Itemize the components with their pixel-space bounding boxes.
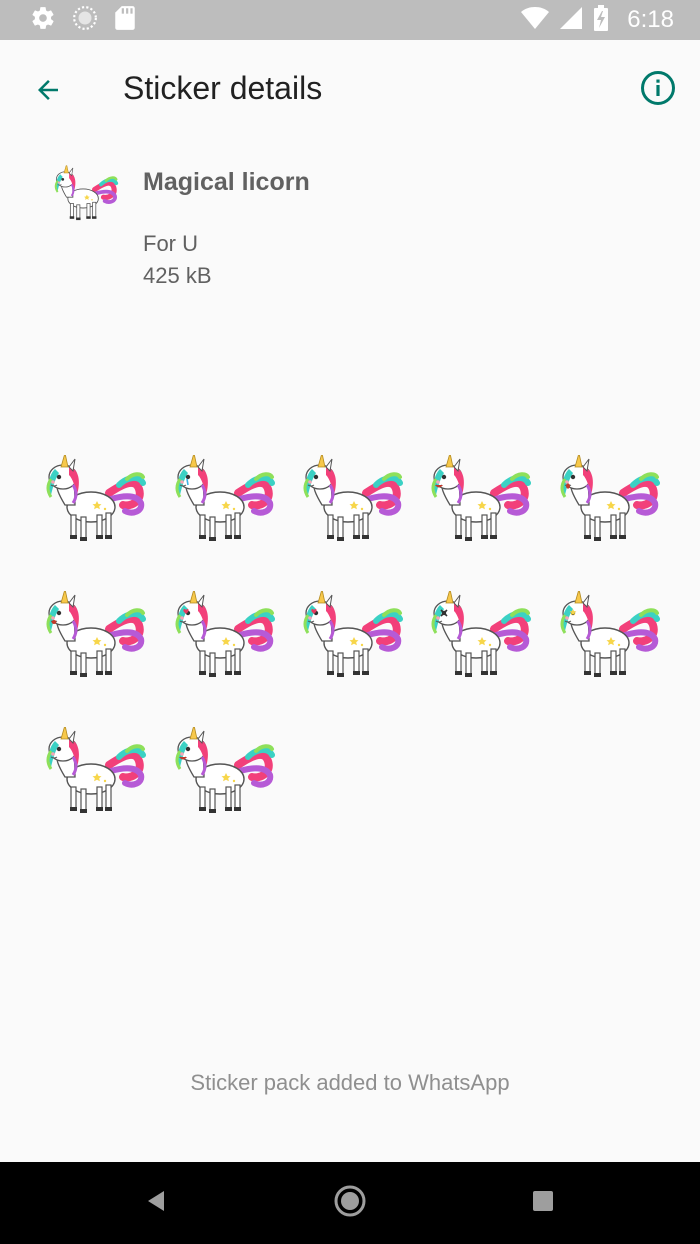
- sticker-item[interactable]: [158, 568, 286, 704]
- pack-publisher: For U: [143, 231, 198, 256]
- unicorn-sticker-image: [168, 727, 278, 817]
- pack-added-status: Sticker pack added to WhatsApp: [190, 1070, 510, 1095]
- battery-icon: [593, 4, 609, 36]
- status-left-icons: [30, 5, 136, 36]
- status-right-icons: 6:18: [521, 4, 674, 36]
- app-bar: Sticker details: [0, 40, 700, 140]
- nav-back-button[interactable]: [131, 1178, 181, 1228]
- arrow-back-icon: [33, 75, 63, 110]
- status-time: 6:18: [627, 6, 674, 33]
- sticker-item[interactable]: [158, 432, 286, 568]
- status-bar: 6:18: [0, 0, 700, 40]
- unicorn-sticker-image: [424, 591, 534, 681]
- sticker-item[interactable]: [415, 568, 543, 704]
- info-button[interactable]: [636, 68, 680, 112]
- unicorn-sticker-image: [553, 591, 663, 681]
- signal-icon: [559, 6, 583, 35]
- unicorn-sticker-image: [39, 455, 149, 545]
- sticker-item[interactable]: [158, 704, 286, 840]
- sticker-item[interactable]: [287, 568, 415, 704]
- nav-back-icon: [144, 1189, 168, 1218]
- unicorn-sticker-image: [296, 591, 406, 681]
- pack-tray-image: [50, 162, 120, 226]
- sticker-item[interactable]: [415, 432, 543, 568]
- pack-name: Magical licorn: [143, 168, 310, 196]
- nav-home-icon: [333, 1184, 367, 1223]
- wifi-icon: [521, 6, 550, 35]
- nav-recents-button[interactable]: [518, 1178, 568, 1228]
- page-title: Sticker details: [123, 70, 323, 106]
- sticker-item[interactable]: [30, 432, 158, 568]
- nav-home-button[interactable]: [325, 1178, 375, 1228]
- sd-card-icon: [114, 5, 136, 36]
- unicorn-sticker-image: [39, 727, 149, 817]
- info-outline-icon: [640, 70, 676, 111]
- unicorn-sticker-image: [424, 455, 534, 545]
- pack-size: 425 kB: [143, 263, 212, 288]
- sticker-item[interactable]: [287, 432, 415, 568]
- sticker-item[interactable]: [544, 432, 672, 568]
- navigation-bar: [0, 1162, 700, 1244]
- unicorn-sticker-image: [168, 455, 278, 545]
- unicorn-sticker-image: [296, 455, 406, 545]
- sticker-item[interactable]: [30, 704, 158, 840]
- back-button[interactable]: [24, 68, 72, 116]
- screen: 6:18 Sticker details Magical licorn For …: [0, 0, 700, 1244]
- sync-icon: [72, 5, 98, 36]
- nav-recents-icon: [532, 1190, 554, 1217]
- unicorn-sticker-image: [168, 591, 278, 681]
- settings-icon: [30, 5, 56, 36]
- unicorn-sticker-image: [39, 591, 149, 681]
- sticker-item[interactable]: [544, 568, 672, 704]
- unicorn-sticker-image: [553, 455, 663, 545]
- sticker-grid: [30, 432, 672, 840]
- sticker-item[interactable]: [30, 568, 158, 704]
